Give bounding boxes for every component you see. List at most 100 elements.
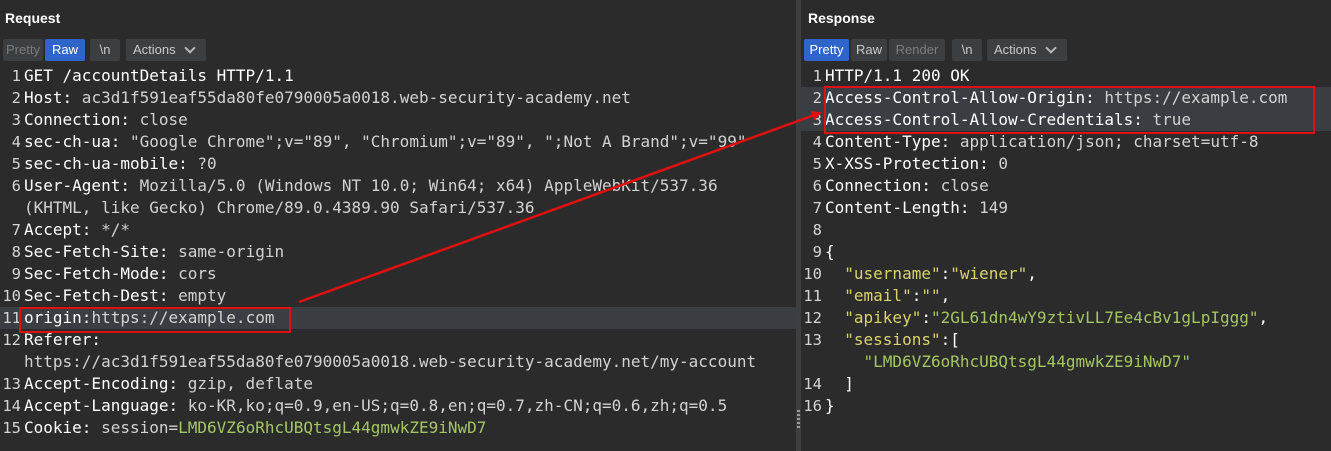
code-text: https://ac3d1f591eaf55da80fe0790005a0018…	[24, 351, 756, 373]
response-header: Response	[801, 0, 1331, 36]
code-token: User-Agent:	[24, 176, 130, 195]
code-token: cors	[168, 264, 217, 283]
line-number: 8	[812, 221, 822, 239]
code-token: Cookie:	[24, 418, 92, 437]
line-number: 12	[2, 331, 21, 349]
code-token: https://example.com	[1094, 88, 1288, 107]
code-token: sec-ch-ua-mobile:	[24, 154, 188, 173]
response-render-button[interactable]: Render	[889, 39, 945, 61]
code-text: Access-Control-Allow-Origin: https://exa…	[825, 87, 1287, 109]
code-token: GET /accountDetails HTTP/1.1	[24, 66, 294, 85]
code-text: GET /accountDetails HTTP/1.1	[24, 65, 294, 87]
code-line: 12 Referer:	[0, 329, 796, 351]
code-text: "username":"wiener",	[825, 263, 1037, 285]
code-line: 2 Host: ac3d1f591eaf55da80fe0790005a0018.…	[0, 87, 796, 109]
code-line: 8	[801, 219, 1331, 241]
code-text: Host: ac3d1f591eaf55da80fe0790005a0018.w…	[24, 87, 631, 109]
code-token: }	[825, 396, 835, 415]
response-actions-dropdown[interactable]: Actions	[987, 39, 1067, 61]
code-token: Sec-Fetch-Dest:	[24, 286, 169, 305]
code-line: 13 "sessions":[	[801, 329, 1331, 351]
code-text: {	[825, 241, 835, 263]
code-text: Accept: */*	[24, 219, 130, 241]
code-line: 4 sec-ch-ua: "Google Chrome";v="89", "Chr…	[0, 131, 796, 153]
code-line: 11 origin:https://example.com	[0, 307, 796, 329]
drag-handle-icon[interactable]	[797, 410, 800, 428]
code-token: 0	[988, 154, 1009, 173]
request-pretty-button[interactable]: Pretty	[3, 39, 43, 61]
code-token: session=	[91, 418, 179, 437]
request-actions-dropdown[interactable]: Actions	[126, 39, 206, 61]
line-number: 5	[11, 155, 21, 173]
code-token: ]	[825, 374, 854, 393]
code-line: 3 Connection: close	[0, 109, 796, 131]
code-line: 9 Sec-Fetch-Mode: cors	[0, 263, 796, 285]
code-token: true	[1142, 110, 1192, 129]
response-newline-toggle[interactable]: \n	[952, 39, 982, 61]
request-title: Request	[5, 10, 61, 26]
chevron-down-icon	[184, 42, 196, 54]
line-number: 11	[2, 309, 21, 327]
code-text: Content-Length: 149	[825, 197, 1008, 219]
code-line: (KHTML, like Gecko) Chrome/89.0.4389.90 …	[0, 197, 796, 219]
line-number: 6	[11, 177, 21, 195]
code-line: 1 GET /accountDetails HTTP/1.1	[0, 65, 796, 87]
code-token: ac3d1f591eaf55da80fe0790005a0018.web-sec…	[72, 88, 631, 107]
code-text: sec-ch-ua: "Google Chrome";v="89", "Chro…	[24, 131, 746, 153]
code-text: Accept-Language: ko-KR,ko;q=0.9,en-US;q=…	[24, 395, 727, 417]
code-token: same-origin	[168, 242, 285, 261]
code-line: 2 Access-Control-Allow-Origin: https://ex…	[801, 87, 1331, 109]
code-line: 7 Accept: */*	[0, 219, 796, 241]
line-number: 6	[812, 177, 822, 195]
code-line: 15 Cookie: session=LMD6VZ6oRhcUBQtsgL44gm…	[0, 417, 796, 439]
code-text: Sec-Fetch-Site: same-origin	[24, 241, 284, 263]
code-token: :	[921, 308, 931, 327]
code-token: */*	[91, 220, 130, 239]
line-number: 12	[803, 309, 822, 327]
request-newline-toggle[interactable]: \n	[90, 39, 120, 61]
line-number: 3	[11, 111, 21, 129]
request-actions-label: Actions	[133, 42, 176, 57]
code-token: "email"	[844, 286, 912, 305]
code-text: Referer:	[24, 329, 101, 351]
code-text: "LMD6VZ6oRhcUBQtsgL44gmwkZE9iNwD7"	[825, 351, 1192, 373]
request-header: Request	[0, 0, 796, 36]
code-token: Accept-Encoding:	[24, 374, 179, 393]
code-text: origin:https://example.com	[24, 307, 274, 329]
code-token: Mozilla/5.0 (Windows NT 10.0; Win64; x64…	[129, 176, 718, 195]
code-line: 6 Connection: close	[801, 175, 1331, 197]
line-number: 2	[11, 89, 21, 107]
code-token: "LMD6VZ6oRhcUBQtsgL44gmwkZE9iNwD7"	[863, 352, 1192, 371]
code-line: 7 Content-Length: 149	[801, 197, 1331, 219]
code-token: gzip, deflate	[178, 374, 313, 393]
code-text: Accept-Encoding: gzip, deflate	[24, 373, 313, 395]
line-number: 10	[803, 265, 822, 283]
code-token: ,	[1027, 264, 1037, 283]
code-text: HTTP/1.1 200 OK	[825, 65, 970, 87]
code-line: 5 sec-ch-ua-mobile: ?0	[0, 153, 796, 175]
code-text: Connection: close	[24, 109, 188, 131]
response-pretty-button[interactable]: Pretty	[804, 39, 849, 61]
line-number: 9	[812, 243, 822, 261]
code-token: X-XSS-Protection:	[825, 154, 989, 173]
code-token: (KHTML, like Gecko) Chrome/89.0.4389.90 …	[24, 198, 535, 217]
code-token: Content-Length:	[825, 198, 970, 217]
line-number: 1	[11, 67, 21, 85]
code-text: (KHTML, like Gecko) Chrome/89.0.4389.90 …	[24, 197, 535, 219]
code-line: 14 ]	[801, 373, 1331, 395]
code-token: Accept-Language:	[24, 396, 179, 415]
code-token: ,	[1258, 308, 1269, 327]
code-token: "sessions"	[844, 330, 941, 349]
line-number: 3	[812, 111, 822, 129]
code-token: "wiener"	[950, 264, 1028, 283]
request-editor[interactable]: 1 GET /accountDetails HTTP/1.1 2 Host: ac3d…	[0, 65, 796, 451]
code-token: {	[825, 242, 835, 261]
request-raw-button[interactable]: Raw	[45, 39, 85, 61]
response-raw-button[interactable]: Raw	[851, 39, 887, 61]
response-editor[interactable]: 1 HTTP/1.1 200 OK 2 Access-Control-Allow-Or…	[801, 65, 1331, 451]
code-line: 13 Accept-Encoding: gzip, deflate	[0, 373, 796, 395]
